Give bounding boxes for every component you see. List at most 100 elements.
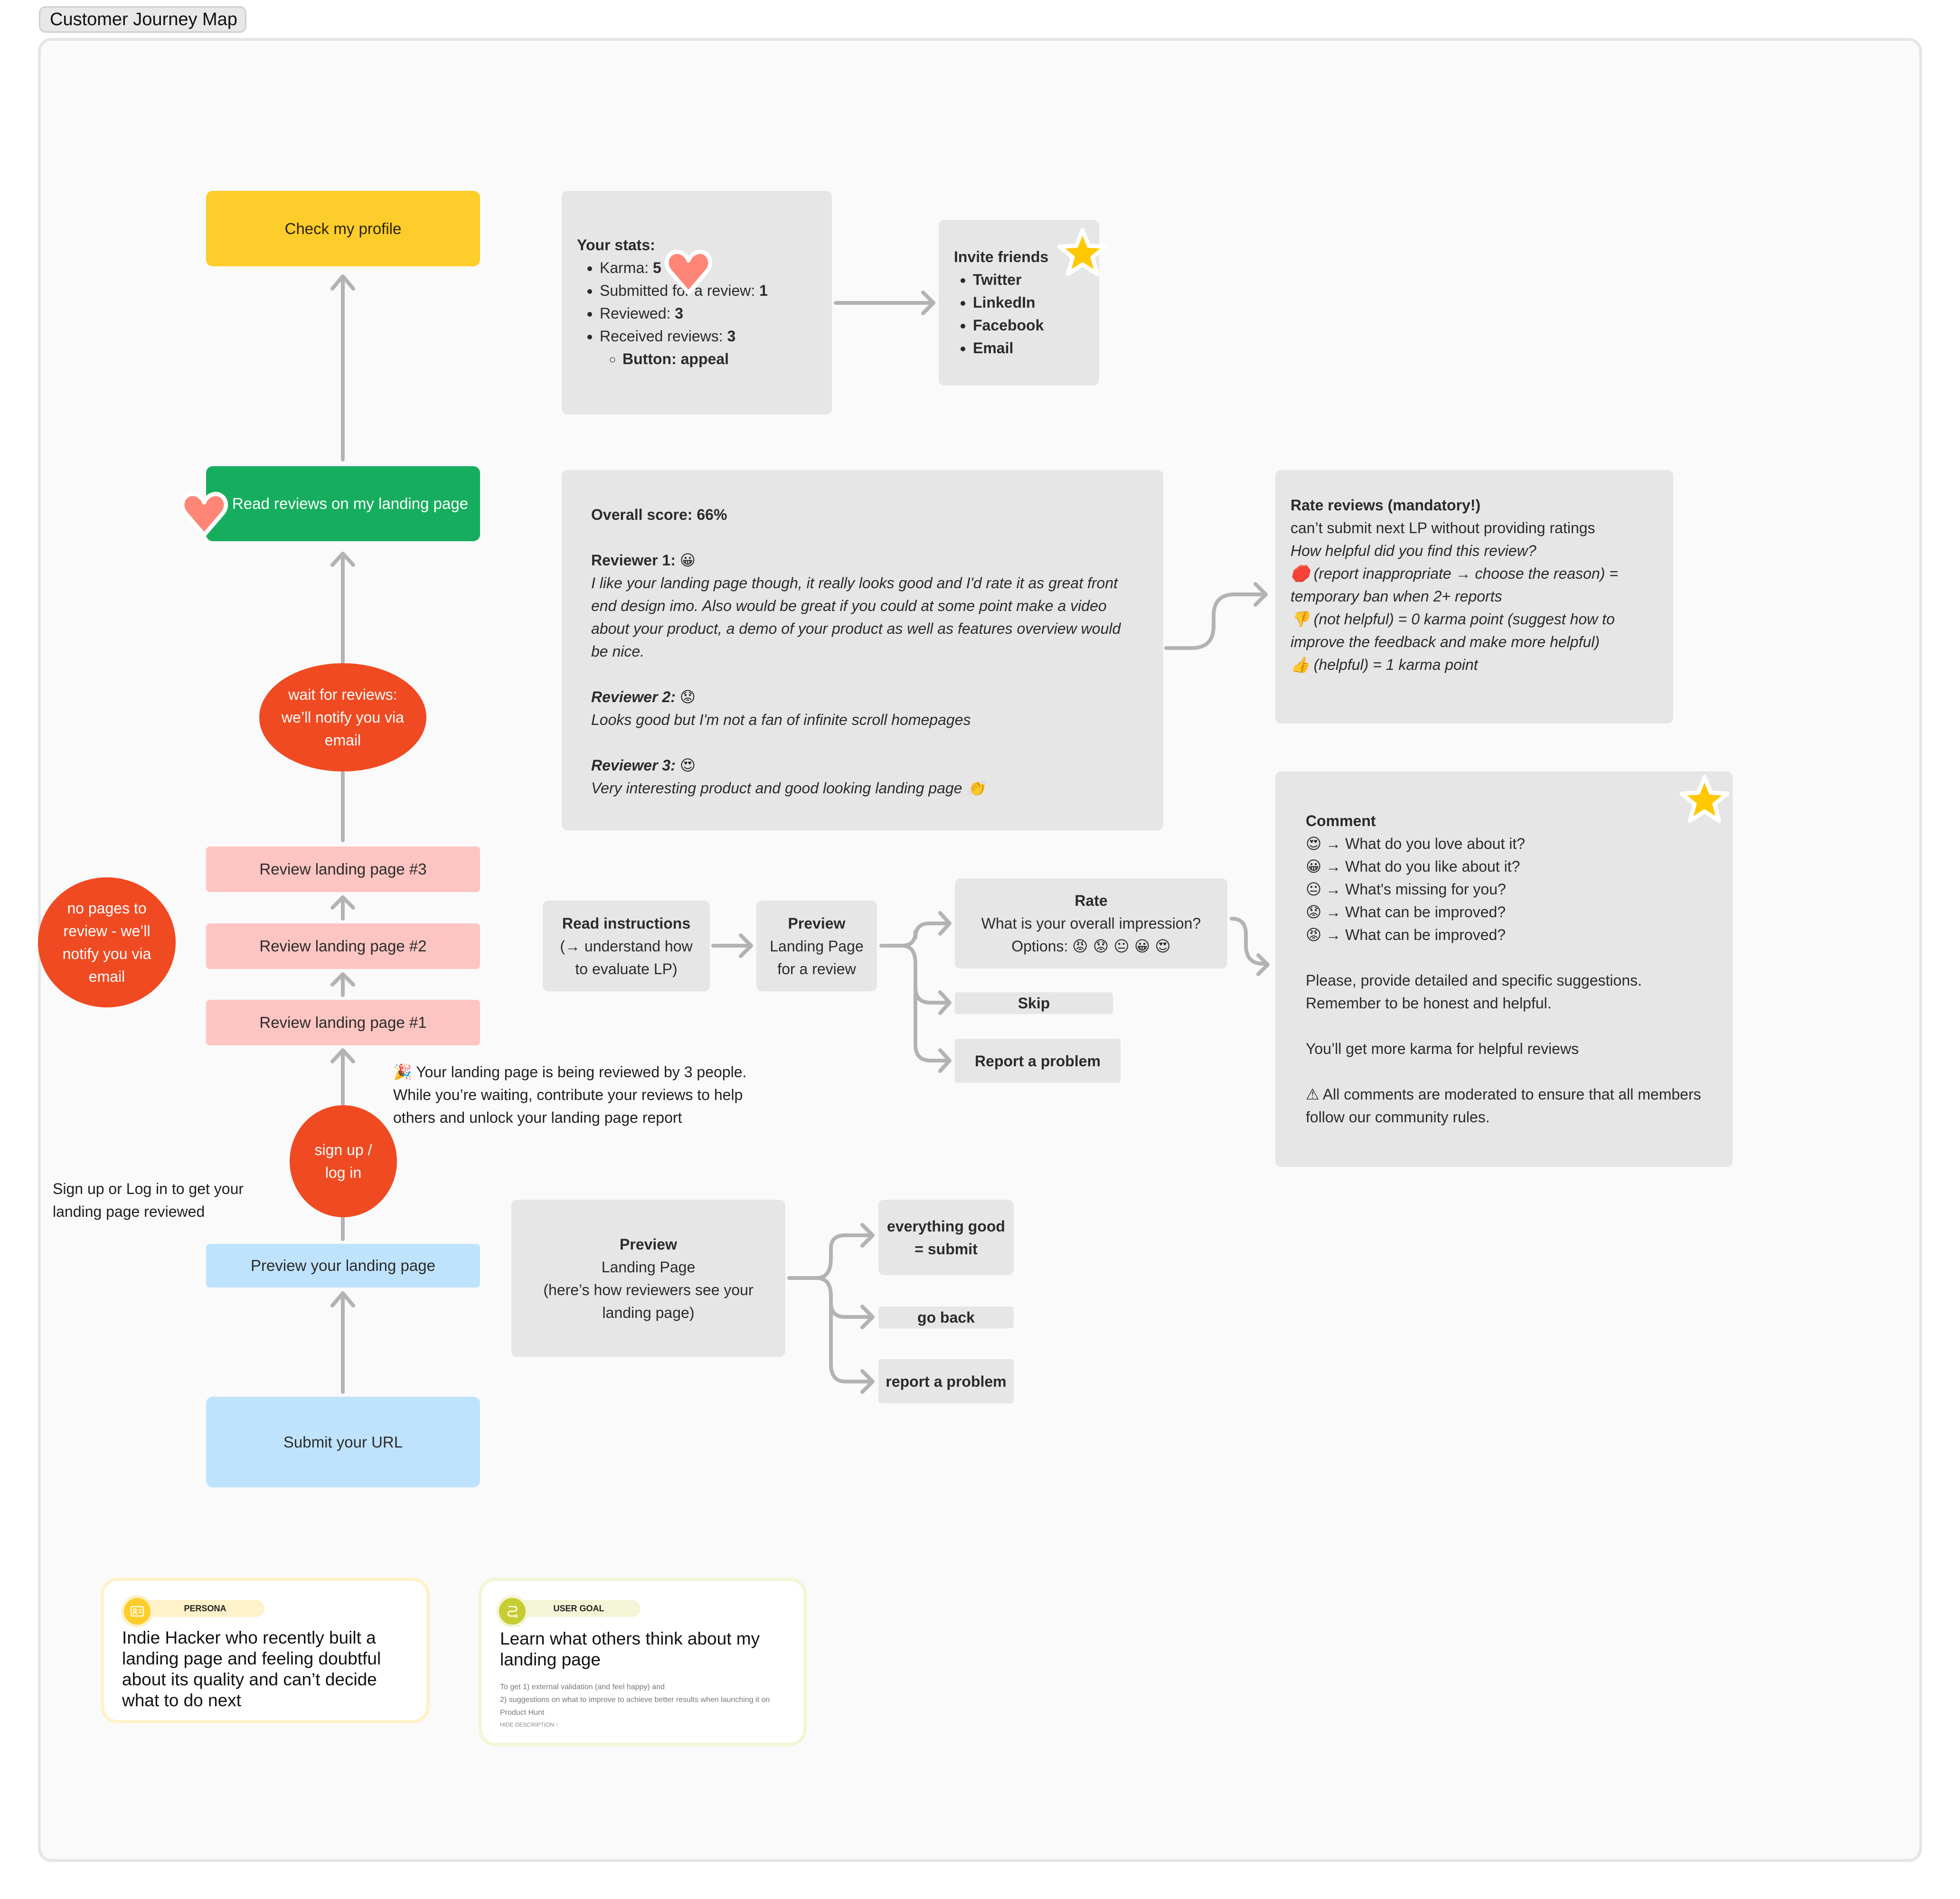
stop-sign-icon: 🛑 [1291,564,1310,583]
user-goal-description: To get 1) external validation (and feel … [500,1683,770,1717]
angry-face-icon: 😡 [1306,926,1322,944]
grinning-face-icon: 😀 [1306,857,1322,875]
node-wait-for-reviews[interactable]: wait for reviews: we’ll notify you via e… [259,663,426,771]
preview-landing-body1: Landing Page [601,1258,696,1276]
overall-score: Overall score: 66% [591,506,727,523]
reviewing-notice-text: Your landing page is being reviewed by 3… [393,1063,747,1126]
node-no-pages[interactable]: no pages to review - we’ll notify you vi… [38,877,176,1007]
persona-card-icon [121,1595,153,1627]
node-label: Review landing page #3 [259,860,427,878]
read-instructions-title: Read instructions [562,914,691,932]
board-title-tag[interactable]: Customer Journey Map [39,6,246,33]
node-label: Submit your URL [283,1433,403,1451]
rate-reviews-box[interactable]: Rate reviews (mandatory!) can’t submit n… [1275,470,1673,724]
reviewer-1-heading: Reviewer 1: 😀 [591,551,696,569]
rate-question: What is your overall impression? [981,915,1201,932]
thumbs-up-icon: 👍 [1291,656,1310,674]
reviewer-3-text: Very interesting product and good lookin… [591,780,986,797]
preview-body: Landing Page for a review [770,937,864,978]
rating-emoji-icons[interactable]: 😡 😟 😐 😀 😍 [1072,937,1170,955]
rate-report-option: 🛑 (report inappropriate → choose the rea… [1291,564,1618,605]
reviewer-1-text: I like your landing page though, it real… [591,574,1121,660]
comment-para-moderation: ⚠ All comments are moderated to ensure t… [1306,1086,1701,1126]
node-label: Review landing page #2 [259,937,427,955]
reviewer-3-heading: Reviewer 3: 😍 [591,756,696,774]
node-label: Review landing page #1 [259,1014,427,1031]
rate-options: Options: 😡 😟 😐 😀 😍 [1011,937,1171,955]
persona-card[interactable]: PERSONA Indie Hacker who recently built … [101,1578,430,1723]
heart-eyes-icon: 😍 [1306,835,1322,853]
reviewer-2-heading: Reviewer 2: 😟 [591,688,696,706]
node-report-problem[interactable]: Report a problem [955,1039,1121,1083]
node-label: Check my profile [284,219,402,237]
rate-helpful-option: 👍 (helpful) = 1 karma point [1291,656,1478,674]
invite-linkedin[interactable]: LinkedIn [973,291,1090,314]
report-label: report a problem [886,1373,1007,1390]
node-skip[interactable]: Skip [955,992,1113,1014]
invite-email[interactable]: Email [973,337,1090,359]
comment-heading: Comment [1306,812,1376,829]
node-label: Preview your landing page [251,1257,435,1274]
node-review-3[interactable]: Review landing page #3 [206,846,480,892]
comment-prompt: 😟 → What can be improved? [1306,903,1506,921]
submit-label: everything good = submit [887,1217,1005,1258]
comment-prompt: 😍 → What do you love about it? [1306,835,1526,853]
invite-facebook[interactable]: Facebook [973,314,1090,337]
rate-not-helpful-option: 👎 (not helpful) = 0 karma point (suggest… [1291,610,1615,650]
stats-item-received: Received reviews: 3 Button: appeal [600,325,818,370]
comment-para-suggestions: Please, provide detailed and specific su… [1306,972,1642,1012]
node-label: sign up / log in [314,1141,372,1181]
neutral-face-icon: 😐 [1306,880,1322,898]
reviews-box[interactable]: Overall score: 66% Reviewer 1: 😀 I like … [562,470,1163,830]
node-review-1[interactable]: Review landing page #1 [206,1000,480,1045]
rate-reviews-heading: Rate reviews (mandatory!) [1291,497,1481,514]
node-go-back[interactable]: go back [878,1307,1014,1328]
rate-reviews-line: can’t submit next LP without providing r… [1291,519,1595,536]
node-sign-up[interactable]: sign up / log in [290,1105,397,1217]
board-title: Customer Journey Map [50,9,237,29]
read-instructions-body: (→ understand how to evaluate LP) [560,937,693,978]
comment-box[interactable]: Comment 😍 → What do you love about it? 😀… [1275,771,1733,1167]
node-label: no pages to review - we’ll notify you vi… [62,900,151,985]
node-check-profile[interactable]: Check my profile [206,191,480,266]
node-read-instructions[interactable]: Read instructions (→ understand how to e… [543,901,710,991]
star-sticker-icon [1679,775,1730,823]
invite-list: Twitter LinkedIn Facebook Email [954,268,1090,359]
node-rate[interactable]: Rate What is your overall impression? Op… [955,878,1227,968]
heart-sticker-icon [180,492,228,537]
heart-sticker-icon [664,250,713,295]
appeal-button-item[interactable]: Button: appeal [622,348,818,370]
node-read-reviews[interactable]: Read reviews on my landing page [206,466,480,541]
stats-box[interactable]: Your stats: Karma: 5 Submitted for a rev… [562,191,832,414]
heart-eyes-icon: 😍 [679,756,696,774]
node-submit[interactable]: everything good = submit [878,1200,1014,1275]
hide-description-toggle[interactable]: HIDE DESCRIPTION ↑ [500,1721,558,1728]
comment-prompt: 😡 → What can be improved? [1306,926,1506,944]
comment-prompt: 😀 → What do you like about it? [1306,857,1520,875]
preview-landing-body2: (here’s how reviewers see your landing p… [543,1281,754,1321]
go-back-label: go back [917,1309,975,1326]
node-report-problem-2[interactable]: report a problem [878,1359,1014,1403]
node-review-2[interactable]: Review landing page #2 [206,923,480,969]
grinning-face-icon: 😀 [679,551,696,569]
thumbs-down-icon: 👎 [1291,610,1310,628]
node-preview-own[interactable]: Preview your landing page [206,1244,480,1288]
node-submit-url[interactable]: Submit your URL [206,1397,480,1487]
user-goal-card[interactable]: USER GOAL Learn what others think about … [479,1578,807,1746]
node-preview-landing[interactable]: Preview Landing Page (here’s how reviewe… [511,1200,785,1357]
node-label: Read reviews on my landing page [232,495,469,512]
node-preview-for-review[interactable]: Preview Landing Page for a review [756,901,877,991]
warning-icon: ⚠ [1306,1086,1319,1103]
comment-prompt: 😐 → What's missing for you? [1306,880,1506,898]
reviewer-2-text: Looks good but I'm not a fan of infinite… [591,711,971,728]
reviewing-notice: 🎉 Your landing page is being reviewed by… [393,1061,782,1129]
stats-item-reviewed: Reviewed: 3 [600,302,818,325]
skip-label: Skip [1018,995,1050,1012]
persona-text: Indie Hacker who recently built a landin… [122,1628,381,1710]
worried-face-icon: 😟 [1306,903,1322,921]
route-icon [496,1595,528,1627]
user-goal-title: Learn what others think about my landing… [500,1629,760,1669]
node-label: wait for reviews: we’ll notify you via e… [282,686,404,749]
rate-reviews-question: How helpful did you find this review? [1291,542,1536,559]
rate-title: Rate [1074,892,1108,909]
